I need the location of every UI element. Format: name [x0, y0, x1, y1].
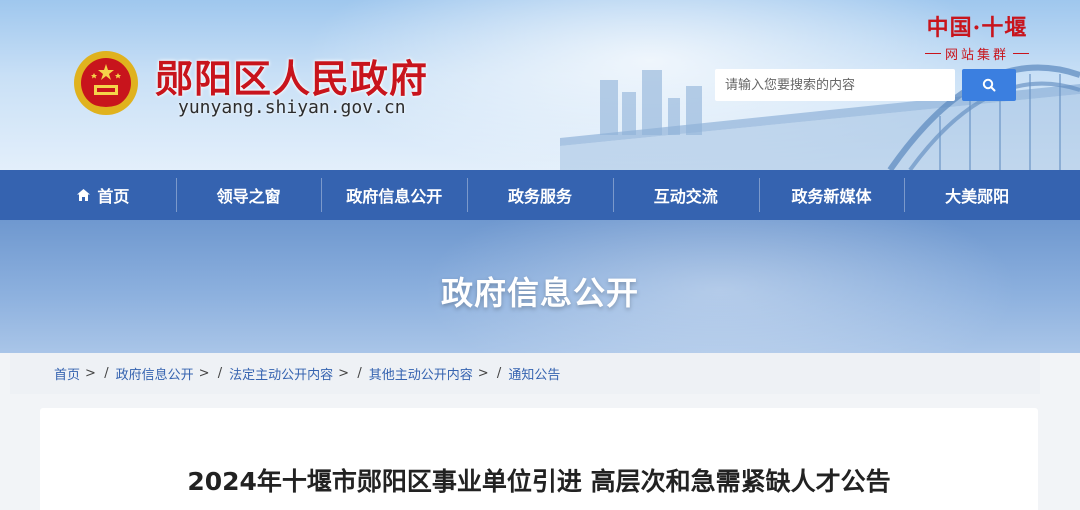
nav-item-label: 互动交流	[653, 187, 718, 206]
national-emblem-icon	[74, 51, 138, 115]
nav-item-new-media[interactable]: 政务新媒体	[758, 170, 905, 220]
breadcrumb-notices[interactable]: 通知公告	[508, 364, 560, 383]
nav-item-label: 政务新媒体	[791, 187, 872, 206]
home-icon	[77, 189, 91, 201]
search-input[interactable]	[715, 69, 955, 101]
badge-line-right	[1013, 53, 1029, 54]
nav-item-label: 政府信息公开	[346, 187, 443, 206]
article-title: 2024年十堰市郧阳区事业单位引进 高层次和急需紧缺人才公告	[187, 467, 891, 496]
site-title: 郧阳区人民政府	[155, 57, 429, 101]
nav-item-interaction[interactable]: 互动交流	[612, 170, 759, 220]
search-button[interactable]	[962, 69, 1016, 101]
breadcrumb-separator: > /	[338, 366, 362, 381]
network-badge-sub: 网站集群	[912, 44, 1042, 63]
section-banner: 政府信息公开	[0, 220, 1080, 353]
network-badge-main: 中国·十堰	[926, 15, 1028, 41]
nav-item-leaders[interactable]: 领导之窗	[175, 170, 322, 220]
breadcrumb: 首页 > / 政府信息公开 > / 法定主动公开内容 > / 其他主动公开内容 …	[10, 353, 1040, 394]
breadcrumb-other[interactable]: 其他主动公开内容	[369, 364, 473, 383]
breadcrumb-separator: > /	[198, 366, 223, 381]
nav-item-gov-info[interactable]: 政府信息公开	[321, 170, 467, 220]
network-badge-sub-text: 网站集群	[944, 48, 1009, 63]
breadcrumb-separator: > /	[85, 366, 109, 381]
nav-item-services[interactable]: 政务服务	[467, 170, 613, 220]
nav-item-label: 领导之窗	[216, 187, 281, 206]
nav-item-home[interactable]: 首页	[30, 170, 176, 220]
site-header: 郧阳区人民政府 yunyang.shiyan.gov.cn 中国·十堰 网站集群	[0, 0, 1080, 170]
breadcrumb-home[interactable]: 首页	[54, 364, 80, 383]
badge-line-left	[924, 53, 941, 54]
nav-item-label: 政务服务	[508, 187, 573, 206]
breadcrumb-separator: > /	[477, 366, 502, 381]
network-badge[interactable]: 中国·十堰 网站集群	[912, 10, 1042, 63]
nav-item-beautiful-yunyang[interactable]: 大美郧阳	[904, 170, 1050, 220]
breadcrumb-statutory[interactable]: 法定主动公开内容	[229, 364, 333, 383]
search-icon	[982, 78, 996, 92]
nav-item-label: 大美郧阳	[945, 187, 1010, 206]
banner-title: 政府信息公开	[440, 274, 639, 312]
breadcrumb-gov-info[interactable]: 政府信息公开	[116, 364, 194, 383]
nav-item-label: 首页	[97, 187, 130, 206]
site-url: yunyang.shiyan.gov.cn	[178, 97, 406, 118]
article-card: 2024年十堰市郧阳区事业单位引进 高层次和急需紧缺人才公告	[40, 408, 1038, 510]
main-nav: 首页 领导之窗 政府信息公开 政务服务 互动交流 政务新媒体 大美郧阳	[0, 170, 1080, 220]
